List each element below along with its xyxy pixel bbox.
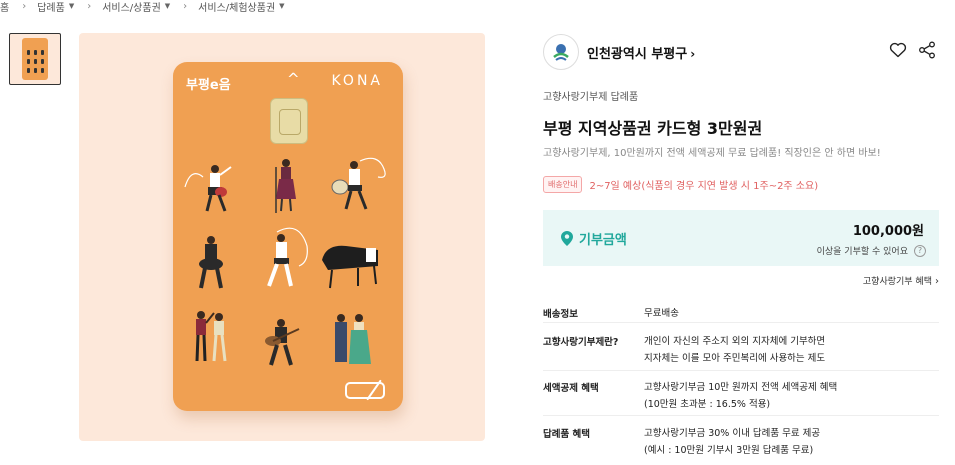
info-row-shipping: 배송정보 무료배송: [543, 306, 943, 322]
share-icon[interactable]: [917, 40, 937, 60]
voucher-card: 부평e음 ^ KONA: [173, 62, 403, 411]
info-value: 무료배송: [644, 308, 679, 319]
card-chip: [270, 98, 308, 144]
card-issuer-logo: KONA: [331, 73, 383, 89]
shipping-estimate: 배송안내 2~7일 예상(식품의 경우 지연 발생 시 1주~2주 소요): [543, 176, 818, 193]
donation-amount-box: 기부금액 100,000원 이상을 기부할 수 있어요 ?: [543, 210, 939, 266]
info-row-about-donation: 고향사랑기부제란? 개인이 자신의 주소지 외의 지자체에 기부하면 지자체는 …: [543, 334, 943, 368]
breadcrumb-separator-icon: ›: [87, 0, 92, 12]
chevron-right-icon: ›: [935, 276, 939, 287]
dancing-couple-figure: [195, 311, 227, 362]
card-chevron-icon: ^: [287, 70, 300, 88]
product-thumbnail[interactable]: [9, 33, 61, 85]
contactless-icon: [345, 382, 385, 399]
breadcrumb-home[interactable]: 홈: [0, 0, 9, 14]
drummer-figure: [331, 157, 386, 210]
donation-amount-value: 100,000원: [852, 224, 924, 239]
seller-logo-icon[interactable]: [543, 34, 579, 70]
thumbnail-card-image: [22, 38, 48, 80]
info-row-tax-credit: 세액공제 혜택 고향사랑기부금 10만 원까지 전액 세액공제 혜택 (10만원…: [543, 380, 943, 414]
seller-name-link[interactable]: 인천광역시 부평구 ›: [587, 43, 695, 62]
singer-figure: [275, 159, 296, 213]
info-label: 세액공제 혜택: [543, 383, 599, 394]
seller-info: 인천광역시 부평구 ›: [543, 34, 695, 70]
divider: [543, 370, 939, 371]
caret-down-icon: ▼: [164, 2, 171, 10]
breadcrumb-service-vouchers[interactable]: 서비스/상품권 ▼: [102, 0, 170, 14]
caret-down-icon: ▼: [68, 2, 75, 10]
hometown-donation-benefit-link[interactable]: 고향사랑기부 혜택 ›: [863, 274, 939, 287]
breadcrumb: 홈 › 답례품 ▼ › 서비스/상품권 ▼ › 서비스/체험상품권 ▼: [0, 0, 285, 14]
info-label: 고향사랑기부제란?: [543, 337, 619, 348]
traditional-couple-figure: [335, 314, 371, 364]
dancer-figure: [184, 165, 232, 212]
divider: [543, 415, 939, 416]
donation-label: 기부금액: [561, 229, 627, 248]
drum-player-figure: [199, 236, 223, 289]
product-category: 고향사랑기부제 답례품: [543, 92, 639, 103]
heart-icon[interactable]: [888, 40, 908, 60]
product-title: 부평 지역상품권 카드형 3만원권: [543, 119, 763, 138]
product-main-image: 부평e음 ^ KONA: [79, 33, 485, 441]
info-label: 답례품 혜택: [543, 429, 591, 440]
guitarist-figure: [265, 319, 300, 366]
breadcrumb-separator-icon: ›: [183, 0, 188, 12]
donation-note: 이상을 기부할 수 있어요 ?: [817, 244, 926, 257]
product-subtitle: 고향사랑기부제, 10만원까지 전액 세액공제 무료 답례품! 직장인은 안 하…: [543, 148, 881, 159]
ribbon-dancer-figure: [267, 227, 308, 287]
help-icon[interactable]: ?: [914, 244, 926, 257]
info-value: 고향사랑기부금 10만 원까지 전액 세액공제 혜택 (10만원 초과분 : 1…: [644, 382, 838, 410]
shipping-badge: 배송안내: [543, 176, 583, 193]
breadcrumb-experience-vouchers[interactable]: 서비스/체험상품권 ▼: [198, 0, 284, 14]
info-label: 배송정보: [543, 309, 578, 320]
piano-figure: [322, 245, 378, 289]
divider: [543, 322, 939, 323]
info-row-gift-benefit: 답례품 혜택 고향사랑기부금 30% 이내 답례품 무료 제공 (예시 : 10…: [543, 426, 943, 460]
card-brand-logo: 부평e음: [186, 78, 231, 93]
breadcrumb-gifts[interactable]: 답례품 ▼: [37, 0, 74, 14]
info-value: 고향사랑기부금 30% 이내 답례품 무료 제공 (예시 : 10만원 기부시 …: [644, 428, 821, 456]
location-pin-icon: [561, 231, 573, 246]
breadcrumb-separator-icon: ›: [22, 0, 27, 12]
caret-down-icon: ▼: [279, 2, 285, 10]
info-value: 개인이 자신의 주소지 외의 지자체에 기부하면 지자체는 이를 모아 주민복리…: [644, 336, 826, 364]
chevron-right-icon: ›: [690, 46, 696, 61]
shipping-text: 2~7일 예상(식품의 경우 지연 발생 시 1주~2주 소요): [589, 181, 819, 192]
